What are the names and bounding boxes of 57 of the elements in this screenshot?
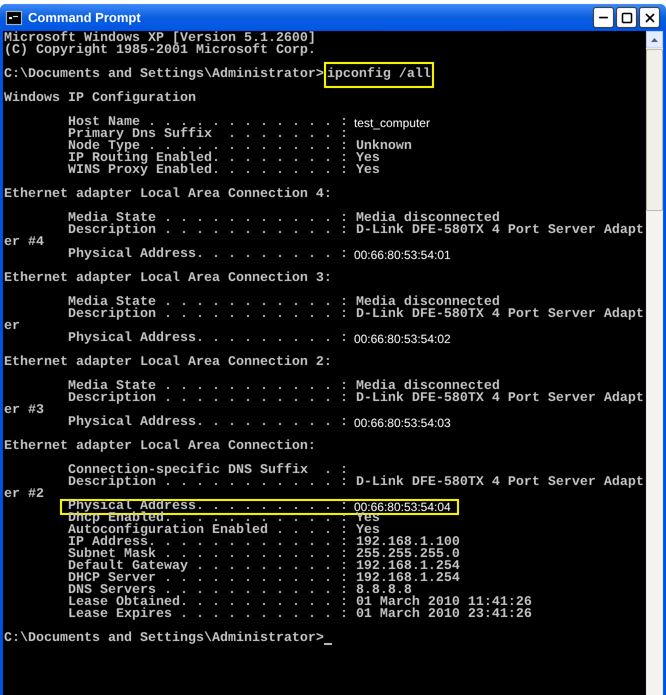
field-value: Yes [356, 513, 380, 525]
scroll-up-button[interactable] [646, 31, 663, 48]
prompt-text: C:\Documents and Settings\Administrator> [4, 69, 324, 81]
console-text: er #2 [4, 487, 44, 502]
field-value: Yes [356, 165, 380, 177]
scrollbar[interactable] [646, 31, 663, 695]
console-text: Ethernet adapter Local Area Connection 4: [4, 187, 332, 202]
field-value: 00:66:80:53:54:03 [354, 417, 451, 429]
field-label: WINS Proxy Enabled. . . . . . . . : [68, 165, 348, 177]
field-value: 8.8.8.8 [356, 585, 412, 597]
command-text: ipconfig /all [326, 69, 431, 81]
field-value: 255.255.255.0 [356, 549, 460, 561]
console-icon [6, 10, 22, 24]
field-value: 192.168.1.254 [356, 561, 460, 573]
field-value: Yes [356, 153, 380, 165]
console-text: er #3 [4, 403, 44, 418]
field-label: DHCP Server . . . . . . . . . . . : [68, 573, 348, 585]
field-value: 192.168.1.100 [356, 537, 460, 549]
field-value: Unknown [356, 141, 412, 153]
field-label: Description . . . . . . . . . . . : [68, 477, 348, 489]
field-label: Physical Address. . . . . . . . . : [68, 417, 348, 429]
field-label: Description . . . . . . . . . . . : [68, 225, 348, 237]
field-value: D-Link DFE-580TX 4 Port Server Adapt [356, 309, 644, 321]
field-label: Primary Dns Suffix . . . . . . . : [68, 129, 348, 141]
field-value: Yes [356, 525, 380, 537]
field-value: D-Link DFE-580TX 4 Port Server Adapt [356, 477, 644, 489]
console-text: Windows IP Configuration [4, 91, 196, 106]
window-title: Command Prompt [28, 8, 141, 27]
field-label: Connection-specific DNS Suffix . : [68, 465, 348, 477]
field-label: Description . . . . . . . . . . . : [68, 393, 348, 405]
prompt-text: C:\Documents and Settings\Administrator> [4, 633, 324, 645]
console-text: er [4, 319, 20, 334]
scroll-thumb[interactable] [646, 49, 663, 211]
field-label: Physical Address. . . . . . . . . : [68, 249, 348, 261]
console-text: Ethernet adapter Local Area Connection 2: [4, 355, 332, 370]
field-value: 00:66:80:53:54:01 [354, 249, 451, 261]
console-text: er #4 [4, 235, 44, 250]
field-value: test_computer [354, 117, 430, 129]
field-label: Autoconfiguration Enabled . . . . : [68, 525, 348, 537]
field-label: Description . . . . . . . . . . . : [68, 309, 348, 321]
console-text: Ethernet adapter Local Area Connection 3: [4, 271, 332, 286]
field-label: Lease Expires . . . . . . . . . . : [68, 609, 348, 621]
field-value: D-Link DFE-580TX 4 Port Server Adapt [356, 393, 644, 405]
field-value: 00:66:80:53:54:04 [354, 501, 451, 513]
field-value: 01 March 2010 23:41:26 [356, 609, 532, 621]
console-text: Ethernet adapter Local Area Connection: [4, 439, 316, 454]
field-label: Physical Address. . . . . . . . . : [68, 333, 348, 345]
close-icon [642, 10, 656, 24]
field-label: Default Gateway . . . . . . . . . : [68, 561, 348, 573]
field-value: 192.168.1.254 [356, 573, 460, 585]
close-button[interactable] [639, 7, 660, 28]
up-arrow-icon [651, 38, 658, 42]
maximize-icon [620, 12, 632, 24]
field-value: D-Link DFE-580TX 4 Port Server Adapt [356, 225, 644, 237]
minimize-button[interactable] [593, 7, 614, 28]
field-value: 00:66:80:53:54:02 [354, 333, 451, 345]
maximize-button[interactable] [616, 7, 637, 28]
